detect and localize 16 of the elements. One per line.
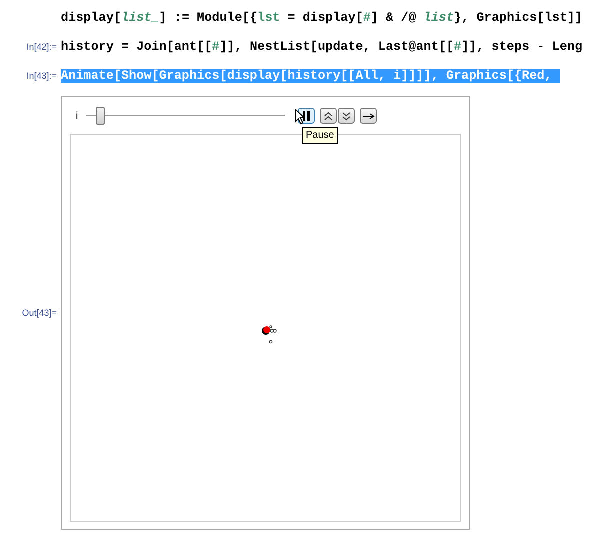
input-label: In[43]:= bbox=[26, 70, 57, 80]
faster-button[interactable] bbox=[320, 108, 337, 124]
double-chevron-down-icon bbox=[342, 112, 351, 120]
direction-button[interactable] bbox=[360, 108, 377, 124]
arrow-right-icon bbox=[362, 112, 374, 120]
input-label: In[42]:= bbox=[26, 42, 57, 52]
cursor-icon bbox=[295, 109, 305, 125]
code-line: history = Join[ant[[#]], NestList[update, Last@ant[[#]], steps - Leng bbox=[61, 40, 582, 54]
output-label: Out[43]= bbox=[22, 308, 57, 318]
slower-button[interactable] bbox=[338, 108, 355, 124]
code-line: display[list_] := Module[{lst = display[#] & /@ list}, Graphics[lst]] bbox=[61, 10, 583, 24]
slider-thumb[interactable] bbox=[96, 107, 105, 125]
pause-icon bbox=[302, 111, 311, 121]
double-chevron-up-icon bbox=[324, 112, 333, 120]
variable-label: i bbox=[76, 110, 80, 122]
tooltip: Pause bbox=[302, 127, 338, 144]
